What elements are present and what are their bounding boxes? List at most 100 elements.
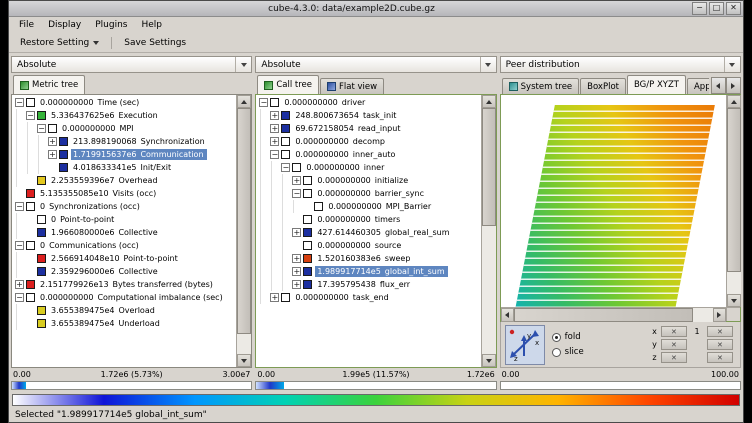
tree-item-visits-occ[interactable]: 5.135355085e10Visits (occ)	[12, 187, 236, 200]
expander-icon[interactable]: −	[15, 202, 24, 211]
dim-z-toggle-button-2[interactable]: ✕	[707, 352, 733, 363]
tab-scroll-left-button[interactable]	[711, 77, 726, 94]
tab-call-tree[interactable]: Call tree	[257, 75, 319, 94]
tree-item-sweep[interactable]: +1.520160383e6sweep	[256, 252, 480, 265]
tree-item-computational-imbalance-sec[interactable]: −0.000000000Computational imbalance (sec…	[12, 291, 236, 304]
scroll-down-button[interactable]	[482, 354, 496, 367]
scrollbar-thumb[interactable]	[514, 308, 693, 322]
vertical-scrollbar[interactable]	[236, 95, 251, 367]
vertical-scrollbar[interactable]	[726, 95, 741, 307]
horizontal-scrollbar[interactable]	[501, 307, 726, 322]
tree-item-bytes-transferred-bytes[interactable]: +2.151779926e13Bytes transferred (bytes)	[12, 278, 236, 291]
scroll-up-button[interactable]	[482, 95, 496, 108]
tree-item-collective[interactable]: 2.359296000e6Collective	[12, 265, 236, 278]
expander-icon[interactable]: +	[292, 228, 301, 237]
expander-icon[interactable]: +	[48, 150, 57, 159]
expander-icon[interactable]: +	[292, 280, 301, 289]
expander-icon[interactable]: +	[48, 137, 57, 146]
tab-metric-tree[interactable]: Metric tree	[13, 75, 85, 94]
expander-icon[interactable]: +	[292, 267, 301, 276]
tab-bg-p-xyzt[interactable]: BG/P XYZT	[627, 75, 686, 94]
tree-item-global-real-sum[interactable]: +427.614460305global_real_sum	[256, 226, 480, 239]
tree-item-decomp[interactable]: +0.000000000decomp	[256, 135, 480, 148]
fold-radio[interactable]: fold	[552, 332, 584, 342]
tree-item-communications-occ[interactable]: −0Communications (occ)	[12, 239, 236, 252]
tree-item-global-int-sum[interactable]: +1.989917714e5global_int_sum	[256, 265, 480, 278]
tree-item-barrier-sync[interactable]: −0.000000000barrier_sync	[256, 187, 480, 200]
tab-flat-view[interactable]: Flat view	[320, 78, 384, 94]
tree-item-initialize[interactable]: +0.000000000initialize	[256, 174, 480, 187]
tree-item-time-sec[interactable]: −0.000000000Time (sec)	[12, 96, 236, 109]
expander-icon[interactable]: +	[292, 254, 301, 263]
tree-item-overload[interactable]: 3.655389475e4Overload	[12, 304, 236, 317]
tree-item-timers[interactable]: 0.000000000timers	[256, 213, 480, 226]
tab-scroll-right-button[interactable]	[726, 77, 741, 94]
axes-rotate-control[interactable]: x y z	[505, 325, 545, 365]
scrollbar-track[interactable]	[482, 108, 496, 354]
expander-icon[interactable]: −	[15, 293, 24, 302]
dim-x-toggle-button-2[interactable]: ✕	[707, 326, 733, 337]
tree-item-task-init[interactable]: +248.800673654task_init	[256, 109, 480, 122]
scrollbar-thumb[interactable]	[237, 108, 251, 334]
tab-boxplot[interactable]: BoxPlot	[580, 78, 626, 94]
slice-radio[interactable]: slice	[552, 347, 584, 357]
expander-icon[interactable]: +	[15, 280, 24, 289]
expander-icon[interactable]: −	[37, 124, 46, 133]
scrollbar-thumb[interactable]	[727, 108, 741, 272]
minimize-button[interactable]: −	[692, 2, 707, 15]
expander-icon[interactable]: −	[15, 98, 24, 107]
tree-item-point-to-point[interactable]: 2.566914048e10Point-to-point	[12, 252, 236, 265]
expander-icon[interactable]: +	[270, 111, 279, 120]
tree-item-mpi[interactable]: −0.000000000MPI	[12, 122, 236, 135]
dim-y-toggle-button[interactable]: ✕	[661, 339, 687, 350]
scrollbar-track[interactable]	[237, 108, 251, 354]
expander-icon[interactable]: −	[259, 98, 268, 107]
menu-item-file[interactable]: File	[12, 19, 41, 31]
tree-item-init-exit[interactable]: 4.018633341e5Init/Exit	[12, 161, 236, 174]
tree-item-overhead[interactable]: 2.253559396e7Overhead	[12, 174, 236, 187]
scroll-down-button[interactable]	[237, 354, 251, 367]
save-settings-button[interactable]: Save Settings	[117, 35, 193, 51]
topology-plot[interactable]	[501, 95, 726, 307]
tree-item-point-to-point[interactable]: 0Point-to-point	[12, 213, 236, 226]
menu-item-help[interactable]: Help	[135, 19, 170, 31]
vertical-scrollbar[interactable]	[481, 95, 496, 367]
scroll-left-button[interactable]	[501, 308, 514, 322]
scrollbar-track[interactable]	[727, 108, 741, 294]
topology-layers[interactable]	[515, 105, 715, 307]
tree-item-execution[interactable]: −5.336437625e6Execution	[12, 109, 236, 122]
tree-item-inner[interactable]: −0.000000000inner	[256, 161, 480, 174]
expander-icon[interactable]: +	[292, 176, 301, 185]
tree-item-synchronization[interactable]: +213.898190068Synchronization	[12, 135, 236, 148]
tree-item-inner-auto[interactable]: −0.000000000inner_auto	[256, 148, 480, 161]
restore-setting-button[interactable]: Restore Setting	[13, 35, 106, 51]
scroll-right-button[interactable]	[713, 308, 726, 322]
tree-item-source[interactable]: 0.000000000source	[256, 239, 480, 252]
title-bar[interactable]: cube-4.3.0: data/example2D.cube.gz − □ ✕	[9, 1, 743, 17]
call-value-mode-combobox[interactable]: Absolute	[255, 56, 496, 73]
tree-item-task-end[interactable]: +0.000000000task_end	[256, 291, 480, 304]
expander-icon[interactable]: −	[292, 189, 301, 198]
expander-icon[interactable]: −	[26, 111, 35, 120]
scrollbar-track[interactable]	[514, 308, 713, 322]
expander-icon[interactable]: +	[270, 137, 279, 146]
scrollbar-thumb[interactable]	[482, 108, 496, 226]
expander-icon[interactable]: −	[270, 150, 279, 159]
menu-item-display[interactable]: Display	[41, 19, 88, 31]
dim-x-toggle-button[interactable]: ✕	[661, 326, 687, 337]
tree-item-underload[interactable]: 3.655389475e4Underload	[12, 317, 236, 330]
tree-item-mpi-barrier[interactable]: 0.000000000MPI_Barrier	[256, 200, 480, 213]
expander-icon[interactable]: −	[15, 241, 24, 250]
maximize-button[interactable]: □	[709, 2, 724, 15]
tree-item-collective[interactable]: 1.966080000e6Collective	[12, 226, 236, 239]
scroll-up-button[interactable]	[727, 95, 741, 108]
dim-y-toggle-button-2[interactable]: ✕	[707, 339, 733, 350]
dim-z-toggle-button[interactable]: ✕	[661, 352, 687, 363]
tree-item-flux-err[interactable]: +17.395795438flux_err	[256, 278, 480, 291]
menu-item-plugins[interactable]: Plugins	[88, 19, 134, 31]
system-value-mode-combobox[interactable]: Peer distribution	[500, 56, 741, 73]
expander-icon[interactable]: −	[281, 163, 290, 172]
tree-item-communication[interactable]: +1.719915637e6Communication	[12, 148, 236, 161]
tab-system-tree[interactable]: System tree	[502, 78, 580, 94]
close-button[interactable]: ✕	[726, 2, 741, 15]
